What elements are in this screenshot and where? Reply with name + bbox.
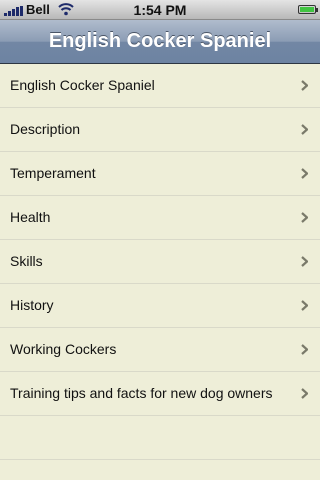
list-item[interactable]: Description bbox=[0, 108, 320, 152]
empty-row bbox=[0, 416, 320, 460]
status-time: 1:54 PM bbox=[133, 2, 187, 18]
list-item-label: English Cocker Spaniel bbox=[10, 77, 155, 93]
navigation-bar: English Cocker Spaniel bbox=[0, 20, 320, 64]
page-title: English Cocker Spaniel bbox=[48, 30, 272, 52]
battery-icon bbox=[298, 5, 318, 14]
topic-list: English Cocker Spaniel Description Tempe… bbox=[0, 64, 320, 460]
list-item-label: Description bbox=[10, 121, 81, 137]
chevron-right-icon bbox=[301, 388, 308, 399]
list-item-label: Health bbox=[10, 209, 51, 225]
list-item[interactable]: Working Cockers bbox=[0, 328, 320, 372]
chevron-right-icon bbox=[301, 168, 308, 179]
list-item[interactable]: English Cocker Spaniel bbox=[0, 64, 320, 108]
chevron-right-icon bbox=[301, 124, 308, 135]
list-item-label: Working Cockers bbox=[10, 341, 117, 357]
list-item-label: History bbox=[10, 297, 54, 313]
status-bar: Bell 1:54 PM bbox=[0, 0, 320, 20]
chevron-right-icon bbox=[301, 344, 308, 355]
list-item[interactable]: Skills bbox=[0, 240, 320, 284]
list-item[interactable]: History bbox=[0, 284, 320, 328]
chevron-right-icon bbox=[301, 256, 308, 267]
list-item-label: Temperament bbox=[10, 165, 96, 181]
chevron-right-icon bbox=[301, 80, 308, 91]
chevron-right-icon bbox=[301, 212, 308, 223]
list-item-label: Skills bbox=[10, 253, 43, 269]
list-item[interactable]: Training tips and facts for new dog owne… bbox=[0, 372, 320, 416]
list-item[interactable]: Temperament bbox=[0, 152, 320, 196]
chevron-right-icon bbox=[301, 300, 308, 311]
list-item-label: Training tips and facts for new dog owne… bbox=[10, 385, 273, 401]
list-item[interactable]: Health bbox=[0, 196, 320, 240]
